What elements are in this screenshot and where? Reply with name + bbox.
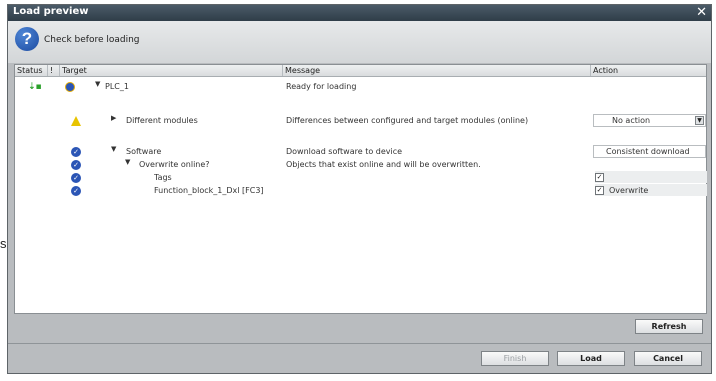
- download-status-icon: ⇣▪: [28, 82, 42, 92]
- table-header: Status ! Target Message Action: [15, 65, 706, 77]
- message-text: Download software to device: [286, 147, 403, 156]
- overwrite-checkbox[interactable]: ✓: [595, 186, 604, 195]
- table-row[interactable]: ✓ Function_block_1_Dxl [FC3] ✓ Overwrite: [15, 184, 707, 197]
- action-value: Overwrite: [609, 186, 649, 195]
- question-icon: ?: [15, 27, 39, 51]
- action-value: Consistent download: [606, 147, 690, 156]
- chevron-down-icon[interactable]: ▼: [111, 145, 116, 153]
- plc-device-icon: [65, 82, 75, 92]
- finish-button[interactable]: Finish: [481, 351, 549, 366]
- check-ok-icon: ✓: [71, 173, 81, 183]
- load-button[interactable]: Load: [557, 351, 625, 366]
- target-label: PLC_1: [105, 82, 129, 91]
- action-cell: [595, 171, 707, 183]
- title-bar: Load preview ✕: [8, 5, 711, 21]
- message-text: Ready for loading: [286, 82, 357, 91]
- target-label: Overwrite online?: [139, 160, 210, 169]
- column-exclaim[interactable]: !: [48, 65, 60, 76]
- load-preview-dialog: Load preview ✕ ? Check before loading St…: [7, 4, 712, 374]
- table-row[interactable]: ▶ Different modules Differences between …: [15, 114, 706, 127]
- window-title: Load preview: [13, 6, 89, 17]
- load-preview-table: Status ! Target Message Action ⇣▪ ▼ PLC_…: [14, 64, 707, 314]
- check-ok-icon: ✓: [71, 160, 81, 170]
- cancel-button[interactable]: Cancel: [634, 351, 702, 366]
- table-row[interactable]: ✓ Tags ✓: [15, 171, 707, 184]
- target-label: Different modules: [126, 116, 198, 125]
- stray-text: s: [0, 236, 7, 251]
- column-action[interactable]: Action: [591, 65, 708, 76]
- chevron-right-icon[interactable]: ▶: [111, 114, 116, 122]
- table-row[interactable]: ✓ ▼ Software Download software to device…: [15, 145, 706, 158]
- action-value: No action: [612, 116, 651, 125]
- tags-checkbox[interactable]: ✓: [595, 173, 604, 182]
- target-label: Software: [126, 147, 162, 156]
- check-ok-icon: ✓: [71, 147, 81, 157]
- action-field[interactable]: Consistent download: [593, 145, 706, 158]
- message-text: Differences between configured and targe…: [286, 116, 529, 125]
- target-label: Function_block_1_Dxl [FC3]: [154, 186, 264, 195]
- chevron-down-icon[interactable]: ▼: [695, 116, 704, 125]
- column-message[interactable]: Message: [283, 65, 591, 76]
- column-target[interactable]: Target: [60, 65, 283, 76]
- close-icon[interactable]: ✕: [696, 5, 707, 20]
- column-status[interactable]: Status: [15, 65, 48, 76]
- chevron-down-icon[interactable]: ▼: [95, 80, 100, 88]
- check-ok-icon: ✓: [71, 186, 81, 196]
- target-label: Tags: [154, 173, 172, 182]
- header-text: Check before loading: [44, 35, 140, 45]
- warning-icon: [71, 116, 81, 126]
- dialog-header: ? Check before loading: [8, 21, 711, 63]
- chevron-down-icon[interactable]: ▼: [125, 158, 130, 166]
- refresh-button[interactable]: Refresh: [635, 319, 703, 334]
- table-row[interactable]: ✓ ▼ Overwrite online? Objects that exist…: [15, 158, 706, 171]
- message-text: Objects that exist online and will be ov…: [286, 160, 481, 169]
- action-dropdown[interactable]: No action ▼: [593, 114, 706, 127]
- divider: [8, 343, 711, 344]
- table-row[interactable]: ⇣▪ ▼ PLC_1 Ready for loading: [15, 80, 706, 93]
